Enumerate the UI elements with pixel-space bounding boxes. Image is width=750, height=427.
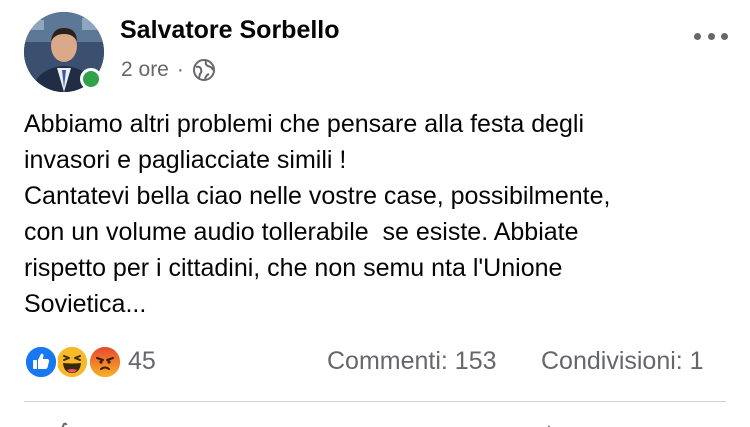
post-header: Salvatore Sorbello 2 ore ·: [24, 12, 729, 92]
post-time[interactable]: 2 ore: [121, 58, 169, 82]
comment-action-icon[interactable]: [282, 418, 306, 427]
globe-icon: [192, 58, 216, 82]
reaction-icons[interactable]: [24, 345, 124, 379]
post-text-line: Sovietica...: [24, 290, 147, 318]
more-options-icon[interactable]: [694, 26, 728, 46]
reaction-count[interactable]: 45: [128, 347, 156, 376]
post-meta: 2 ore ·: [121, 58, 216, 82]
post-text-line: con un volume audio tollerabile se esist…: [24, 218, 579, 246]
online-status-dot: [80, 68, 102, 90]
dot: [694, 32, 701, 40]
shares-count-link[interactable]: Condivisioni: 1: [541, 347, 704, 376]
angry-icon: [88, 345, 122, 379]
comments-count-link[interactable]: Commenti: 153: [327, 347, 497, 376]
like-action-icon[interactable]: [55, 418, 79, 427]
post-text-line: rispetto per i cittadini, che non semu n…: [24, 254, 563, 282]
post-text-line: Abbiamo altri problemi che pensare alla …: [24, 110, 585, 138]
dot: [721, 32, 728, 40]
post-text-line: Cantatevi bella ciao nelle vostre case, …: [24, 182, 611, 210]
share-action-icon[interactable]: [533, 418, 557, 427]
post-text-line: invasori e pagliacciate simili !: [24, 146, 347, 174]
reactions-bar: 45 Commenti: 153 Condivisioni: 1: [24, 341, 726, 383]
dot: [707, 32, 715, 40]
author-name[interactable]: Salvatore Sorbello: [120, 16, 340, 45]
post-body-text: Abbiamo altri problemi che pensare alla …: [24, 106, 724, 322]
like-icon: [24, 345, 58, 379]
divider: [24, 401, 726, 402]
meta-separator: ·: [176, 58, 184, 81]
haha-icon: [55, 345, 89, 379]
